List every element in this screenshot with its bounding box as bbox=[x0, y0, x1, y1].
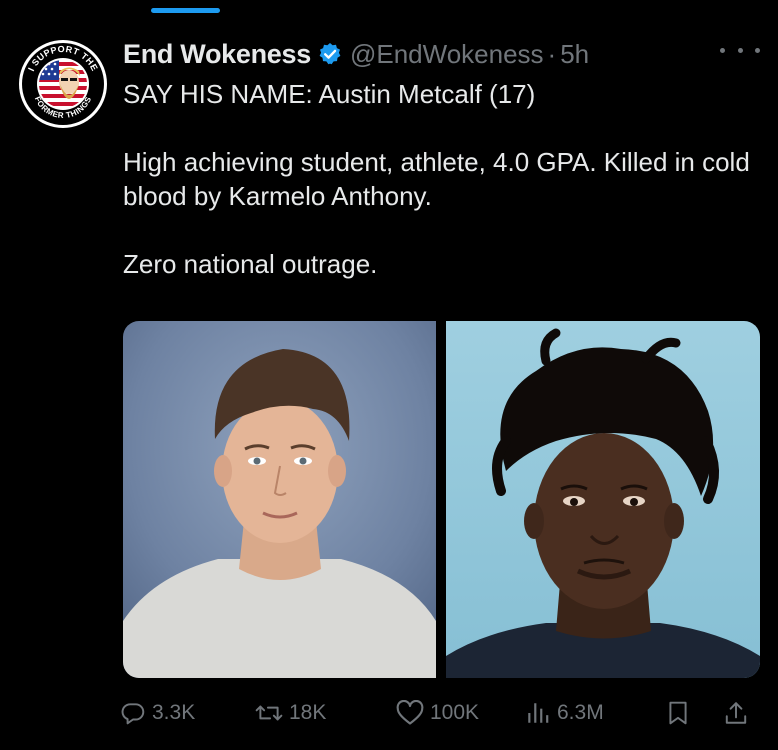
more-options-icon[interactable] bbox=[720, 40, 760, 60]
timestamp[interactable]: 5h bbox=[560, 39, 589, 70]
reply-count: 3.3K bbox=[152, 701, 196, 724]
avatar[interactable]: I SUPPORT THE FORMER THINGS bbox=[17, 38, 109, 130]
tweet-text-line: SAY HIS NAME: Austin Metcalf (17) bbox=[123, 79, 536, 109]
tweet-action-bar: 3.3K 18K 100K 6.3M bbox=[120, 694, 760, 734]
separator-dot: · bbox=[547, 38, 557, 69]
views-button[interactable]: 6.3M bbox=[525, 700, 604, 726]
tweet-text-line: High achieving student, athlete, 4.0 GPA… bbox=[123, 147, 750, 211]
portrait-photo-left[interactable] bbox=[123, 321, 436, 678]
support-former-things-logo-icon: I SUPPORT THE FORMER THINGS bbox=[19, 40, 107, 128]
bookmark-icon bbox=[669, 701, 687, 725]
retweet-count: 18K bbox=[289, 701, 327, 724]
retweet-button[interactable]: 18K bbox=[255, 700, 326, 726]
tweet-header: End Wokeness @EndWokeness · 5h bbox=[123, 34, 589, 74]
bookmark-button[interactable] bbox=[666, 700, 690, 726]
retweet-icon bbox=[255, 705, 283, 721]
like-count: 100K bbox=[430, 701, 480, 724]
display-name[interactable]: End Wokeness bbox=[123, 39, 311, 70]
share-button[interactable] bbox=[724, 700, 748, 726]
tweet-text-line: Zero national outrage. bbox=[123, 249, 378, 279]
views-chart-icon bbox=[528, 703, 549, 723]
reply-icon bbox=[121, 703, 145, 725]
user-handle[interactable]: @EndWokeness bbox=[350, 39, 544, 70]
active-tab-indicator bbox=[151, 8, 220, 13]
portrait-photo-right[interactable] bbox=[446, 321, 760, 678]
tweet-media[interactable] bbox=[123, 321, 760, 678]
heart-icon bbox=[396, 700, 424, 725]
tweet-text: SAY HIS NAME: Austin Metcalf (17) High a… bbox=[123, 77, 763, 281]
reply-button[interactable]: 3.3K bbox=[120, 700, 195, 726]
share-icon bbox=[725, 702, 747, 724]
verified-badge-icon bbox=[318, 42, 342, 66]
views-count: 6.3M bbox=[557, 701, 604, 724]
like-button[interactable]: 100K bbox=[396, 700, 479, 726]
